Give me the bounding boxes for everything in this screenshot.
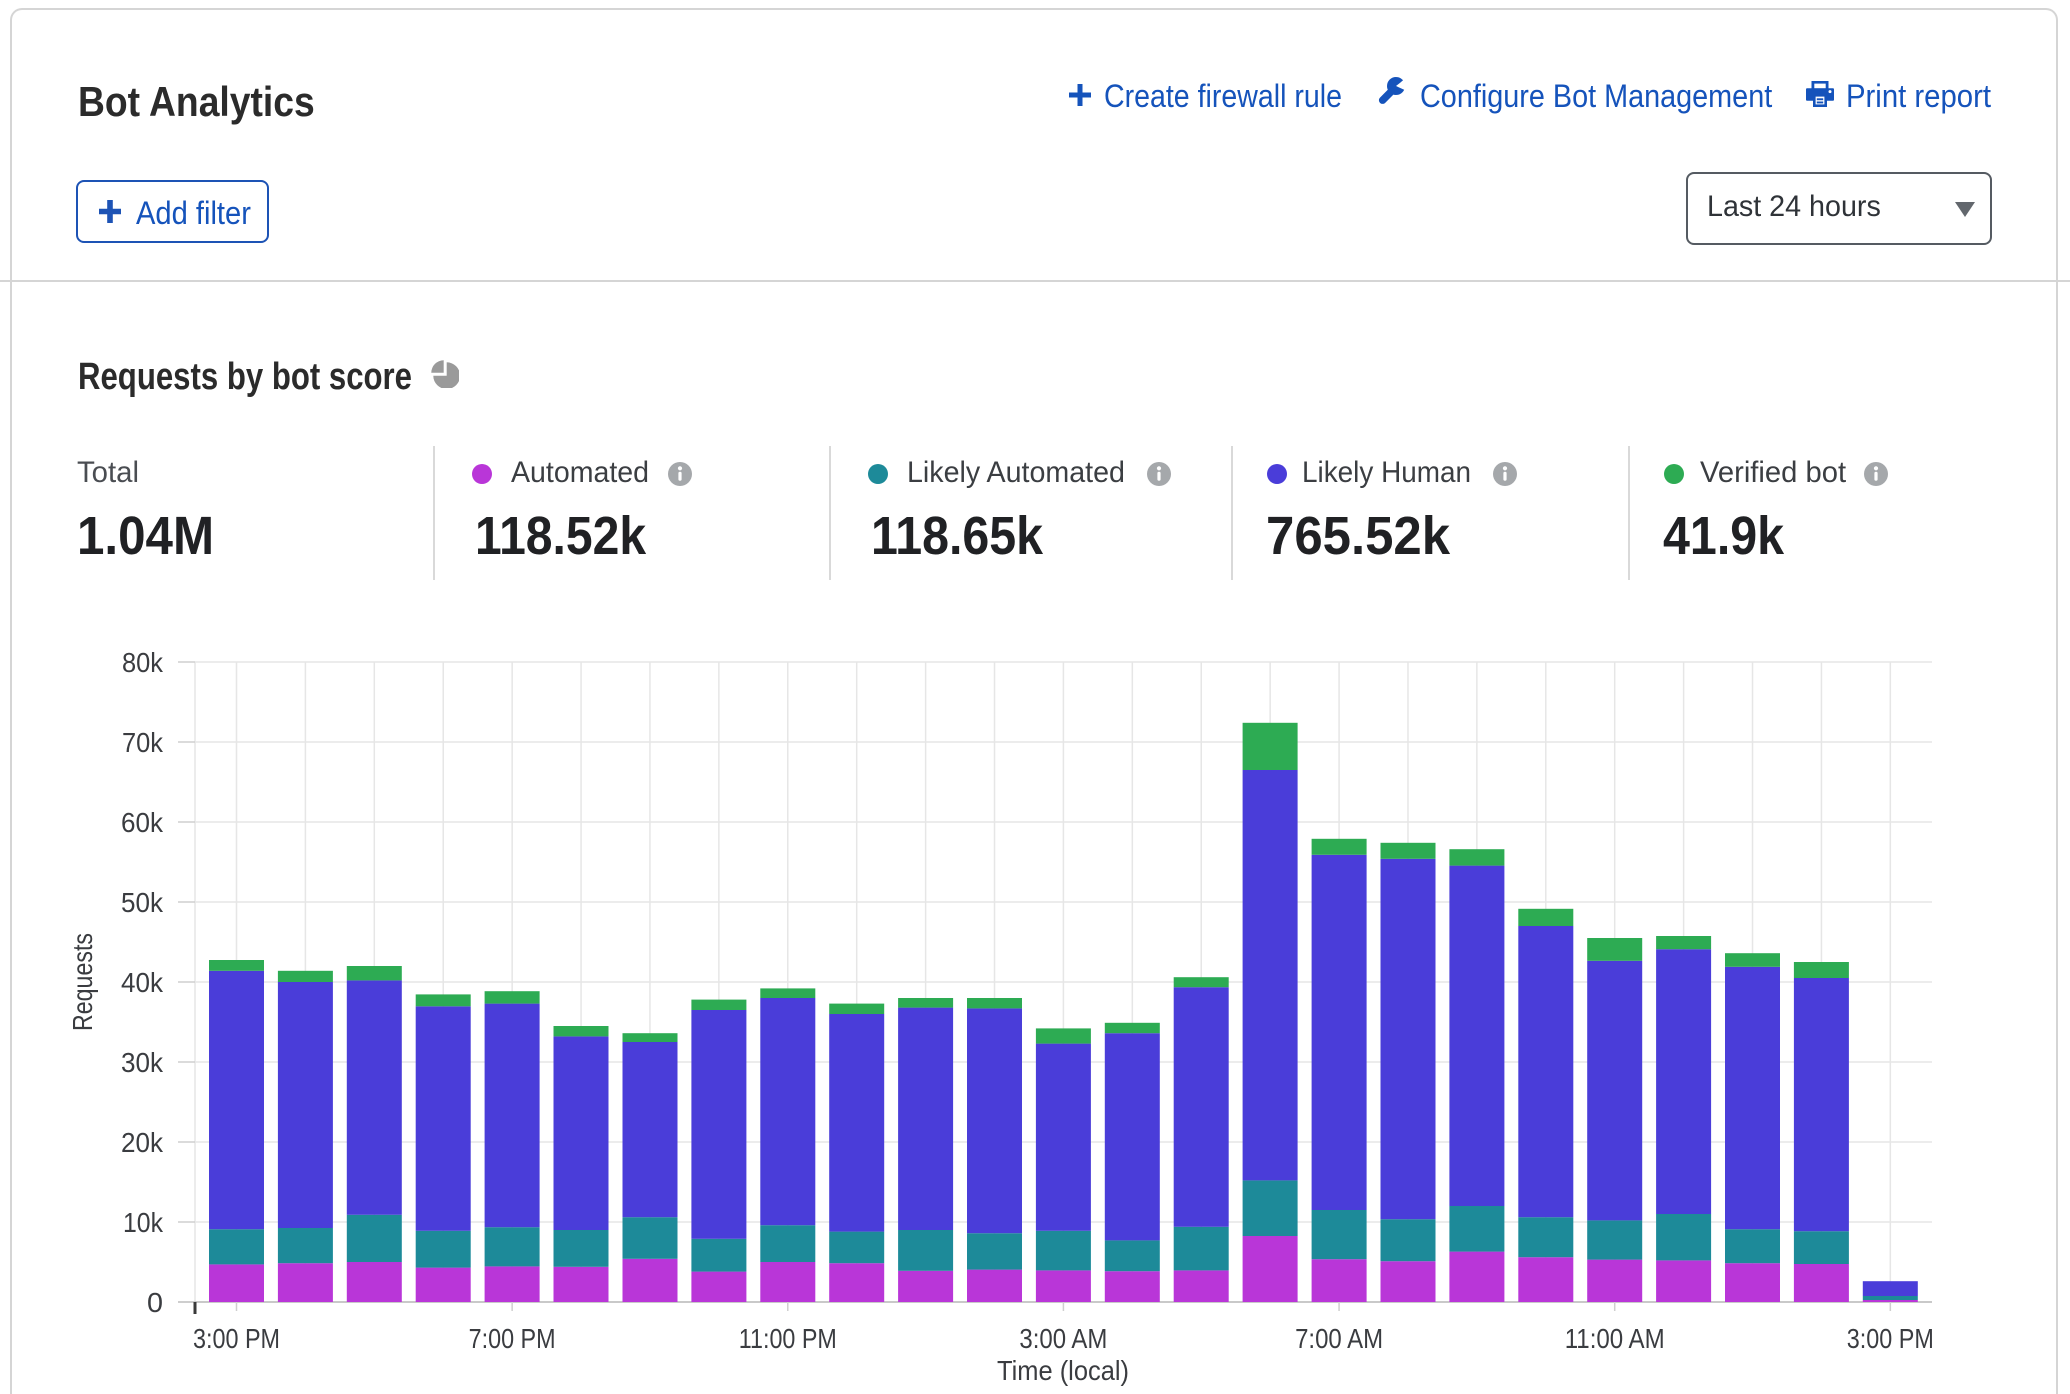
svg-text:60k: 60k [121, 807, 164, 838]
svg-text:Requests: Requests [67, 933, 98, 1031]
svg-text:11:00 PM: 11:00 PM [739, 1323, 837, 1354]
svg-text:3:00 PM: 3:00 PM [1847, 1323, 1934, 1354]
svg-text:7:00 PM: 7:00 PM [469, 1323, 556, 1354]
svg-text:0: 0 [147, 1287, 163, 1318]
svg-text:Time (local): Time (local) [997, 1355, 1129, 1386]
svg-text:40k: 40k [121, 967, 164, 998]
svg-text:80k: 80k [122, 647, 164, 678]
svg-text:7:00 AM: 7:00 AM [1295, 1323, 1383, 1354]
svg-text:11:00 AM: 11:00 AM [1565, 1323, 1665, 1354]
svg-text:10k: 10k [123, 1207, 164, 1238]
svg-text:3:00 AM: 3:00 AM [1019, 1323, 1107, 1354]
svg-text:70k: 70k [122, 727, 164, 758]
svg-text:50k: 50k [121, 887, 164, 918]
svg-text:30k: 30k [121, 1047, 164, 1078]
svg-text:3:00 PM: 3:00 PM [193, 1323, 280, 1354]
svg-text:20k: 20k [121, 1127, 164, 1158]
